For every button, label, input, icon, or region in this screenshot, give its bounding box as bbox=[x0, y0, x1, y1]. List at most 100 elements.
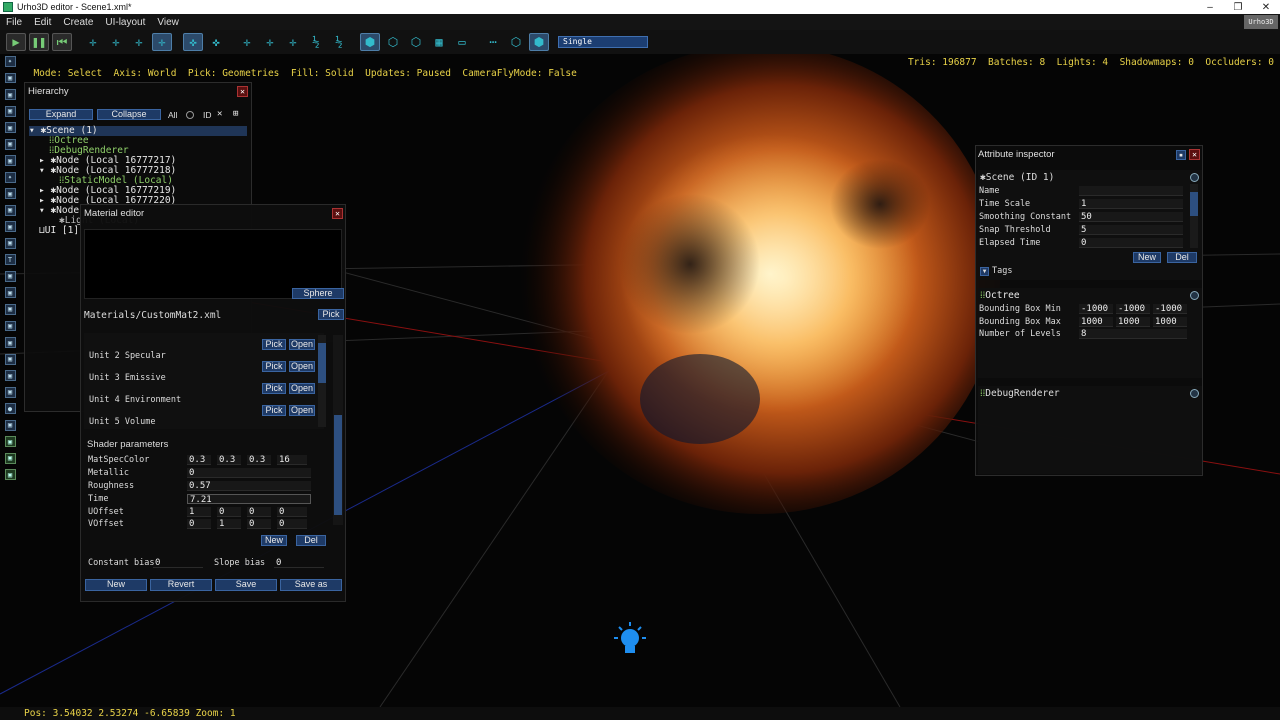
pick-button[interactable]: Pick bbox=[262, 405, 286, 416]
play-icon[interactable]: ▶ bbox=[6, 33, 26, 51]
pick-button[interactable]: Pick bbox=[262, 339, 286, 350]
close-icon[interactable]: ✕ bbox=[237, 86, 248, 97]
pick-button[interactable]: Pick bbox=[262, 361, 286, 372]
new-material-button[interactable]: New bbox=[85, 579, 147, 591]
new-attr-button[interactable]: New bbox=[1133, 252, 1161, 263]
material-scrollbar[interactable] bbox=[333, 335, 343, 525]
tool-18-icon[interactable]: ▣ bbox=[4, 337, 16, 348]
param-value[interactable]: 0 bbox=[277, 507, 307, 517]
fill-solid-icon[interactable]: ⬢ bbox=[360, 33, 380, 51]
tool-9-icon[interactable]: ▣ bbox=[4, 188, 16, 200]
pick-lights-icon[interactable]: ✜ bbox=[206, 33, 226, 51]
view-dots-icon[interactable]: ⋯ bbox=[483, 33, 503, 51]
attr-value[interactable]: 1000 bbox=[1153, 317, 1187, 327]
tool-10-icon[interactable]: ▣ bbox=[4, 204, 16, 216]
rotate-icon[interactable]: ✛ bbox=[106, 33, 126, 51]
attr-value[interactable]: 50 bbox=[1079, 212, 1183, 222]
tool-2-icon[interactable]: ▣ bbox=[4, 72, 16, 84]
param-value[interactable]: 0 bbox=[247, 519, 271, 529]
constant-bias-field[interactable]: 0 bbox=[153, 558, 203, 568]
units-scrollbar[interactable] bbox=[318, 335, 326, 427]
tool-8-icon[interactable]: ✦ bbox=[4, 171, 16, 183]
menu-ui-layout[interactable]: UI-layout bbox=[99, 17, 151, 28]
pause-icon[interactable]: ❚❚ bbox=[29, 33, 49, 51]
menu-edit[interactable]: Edit bbox=[28, 17, 57, 28]
fill-wire-icon[interactable]: ⬡ bbox=[383, 33, 403, 51]
tool-12-icon[interactable]: ▣ bbox=[4, 237, 16, 249]
attr-value[interactable]: 0 bbox=[1079, 238, 1183, 248]
param-value[interactable]: 0 bbox=[277, 519, 307, 529]
move-icon[interactable]: ✛ bbox=[83, 33, 103, 51]
fill-point-icon[interactable]: ⬡ bbox=[406, 33, 426, 51]
open-button[interactable]: Open bbox=[289, 383, 315, 394]
param-value[interactable]: 0.3 bbox=[217, 455, 241, 465]
tool-15-icon[interactable]: ▣ bbox=[4, 287, 16, 299]
param-value[interactable]: 0.3 bbox=[187, 455, 211, 465]
tool-26-icon[interactable]: ▣ bbox=[4, 469, 16, 481]
param-value[interactable]: 0.3 bbox=[247, 455, 271, 465]
tool-23-icon[interactable]: ▣ bbox=[4, 419, 16, 431]
close-icon[interactable]: ✕ bbox=[332, 208, 343, 219]
tool-1-icon[interactable]: ✦ bbox=[4, 56, 16, 67]
revert-button[interactable]: Revert bbox=[150, 579, 212, 591]
attr-value[interactable]: 8 bbox=[1079, 329, 1187, 339]
local-axis-icon[interactable]: ✛ bbox=[260, 33, 280, 51]
tool-24-icon[interactable]: ▣ bbox=[4, 436, 16, 448]
tool-4-icon[interactable]: ▣ bbox=[4, 105, 16, 117]
attr-value[interactable]: 1 bbox=[1079, 199, 1183, 209]
tool-14-icon[interactable]: ▣ bbox=[4, 270, 16, 282]
tags-row[interactable]: ▼ Tags bbox=[978, 266, 1202, 280]
snap-rotate-icon[interactable]: ½ bbox=[306, 33, 326, 51]
attr-value[interactable]: 1000 bbox=[1116, 317, 1150, 327]
save-as-button[interactable]: Save as bbox=[280, 579, 342, 591]
del-param-button[interactable]: Del bbox=[296, 535, 326, 546]
scene-scrollbar[interactable] bbox=[1190, 184, 1198, 248]
param-value[interactable]: 0.57 bbox=[187, 481, 311, 491]
param-value[interactable]: 0 bbox=[217, 507, 241, 517]
tool-7-icon[interactable]: ▣ bbox=[4, 155, 16, 167]
restart-icon[interactable]: ⏮ bbox=[52, 33, 72, 51]
tool-6-icon[interactable]: ▣ bbox=[4, 138, 16, 150]
del-attr-button[interactable]: Del bbox=[1167, 252, 1197, 263]
tool-13-icon[interactable]: T bbox=[4, 254, 16, 266]
tool-20-icon[interactable]: ▣ bbox=[4, 370, 16, 382]
param-value[interactable]: 1 bbox=[187, 507, 211, 517]
close-window-button[interactable]: ✕ bbox=[1252, 2, 1280, 13]
select-icon[interactable]: ✛ bbox=[152, 33, 172, 51]
attr-value[interactable] bbox=[1079, 186, 1183, 196]
view-solid-icon[interactable]: ⬢ bbox=[529, 33, 549, 51]
tool-5-icon[interactable]: ▣ bbox=[4, 122, 16, 134]
tree-item-ui[interactable]: ⊔UI [1] bbox=[39, 226, 79, 236]
snap-move-icon[interactable]: ✛ bbox=[283, 33, 303, 51]
clear-id-icon[interactable]: ✕ bbox=[217, 110, 226, 119]
all-checkbox[interactable] bbox=[186, 111, 194, 119]
gear-icon[interactable] bbox=[1190, 291, 1199, 300]
attr-value[interactable]: 5 bbox=[1079, 225, 1183, 235]
menu-file[interactable]: File bbox=[0, 17, 28, 28]
render-path-dropdown[interactable]: Single bbox=[558, 36, 648, 48]
snap-scale-icon[interactable]: ½ bbox=[329, 33, 349, 51]
param-value[interactable]: 0 bbox=[247, 507, 271, 517]
pick-geometries-icon[interactable]: ✜ bbox=[183, 33, 203, 51]
camera-icon[interactable]: ▭ bbox=[452, 33, 472, 51]
open-button[interactable]: Open bbox=[289, 405, 315, 416]
filter-icon[interactable]: ⊞ bbox=[233, 110, 243, 120]
scale-icon[interactable]: ✛ bbox=[129, 33, 149, 51]
tool-22-icon[interactable]: ● bbox=[4, 403, 16, 415]
save-button[interactable]: Save bbox=[215, 579, 277, 591]
param-value[interactable]: 1 bbox=[217, 519, 241, 529]
maximize-button[interactable]: ❐ bbox=[1224, 2, 1252, 13]
attr-value[interactable]: 1000 bbox=[1079, 317, 1113, 327]
tool-16-icon[interactable]: ▣ bbox=[4, 303, 16, 315]
attr-value[interactable]: -1000 bbox=[1079, 304, 1113, 314]
texture-units-list[interactable]: Pick Open Unit 2 Specular Pick Open Unit… bbox=[84, 333, 324, 429]
tool-19-icon[interactable]: ▣ bbox=[4, 353, 16, 365]
grid-icon[interactable]: ▦ bbox=[429, 33, 449, 51]
minimize-button[interactable]: – bbox=[1196, 2, 1224, 13]
pick-button[interactable]: Pick bbox=[262, 383, 286, 394]
param-value[interactable]: 0 bbox=[187, 519, 211, 529]
attr-value[interactable]: -1000 bbox=[1153, 304, 1187, 314]
gear-icon[interactable] bbox=[1190, 173, 1199, 182]
tool-21-icon[interactable]: ▣ bbox=[4, 386, 16, 398]
collapse-button[interactable]: Collapse bbox=[97, 109, 161, 120]
